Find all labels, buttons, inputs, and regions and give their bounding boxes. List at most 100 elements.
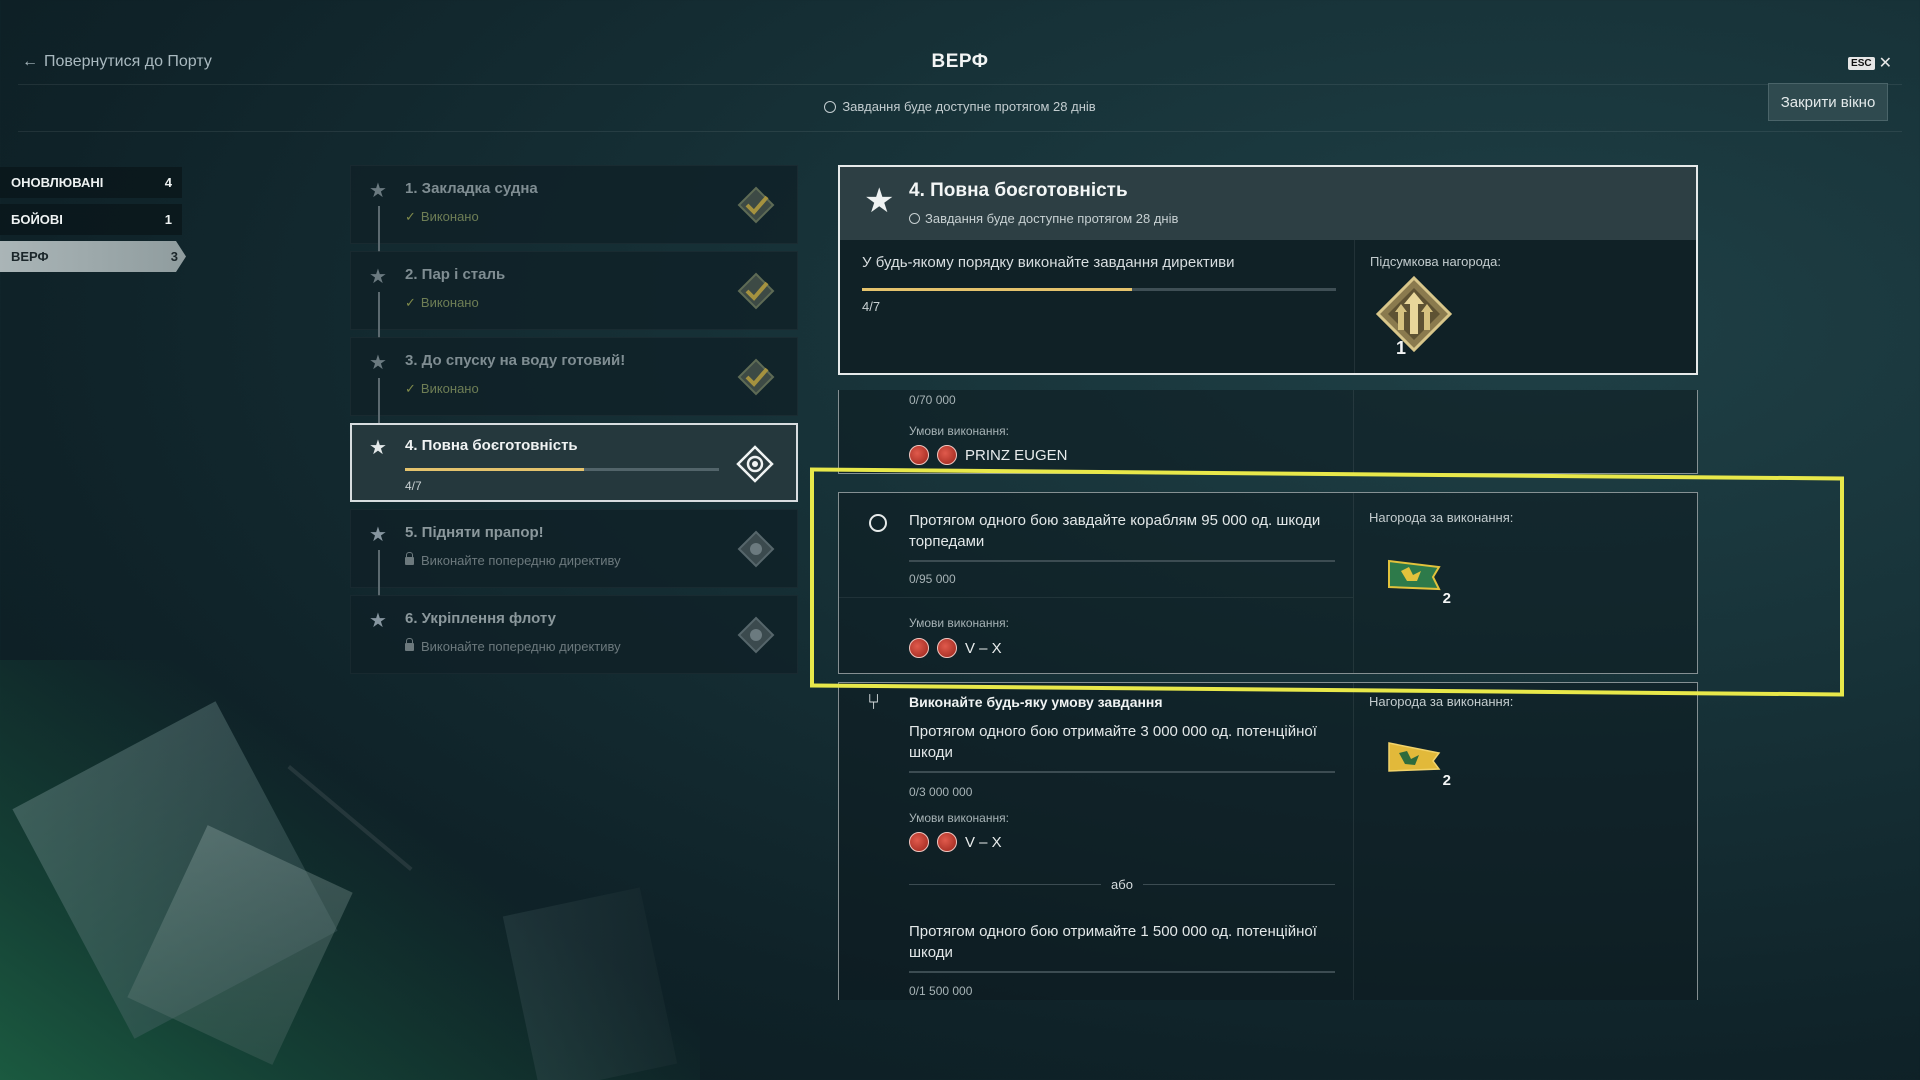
branch-icon: ⑂ — [867, 689, 881, 714]
task-progress-text: 4/7 — [405, 479, 422, 493]
connector-line — [378, 292, 380, 338]
category-list: ОНОВЛЮВАНІ 4 БОЙОВІ 1 ВЕРФ 3 — [0, 167, 190, 278]
signal-flag-icon — [1388, 742, 1441, 772]
task-item[interactable]: ★ 5. Підняти прапор! Виконайте попередню… — [350, 509, 798, 596]
task-item[interactable]: ★ 6. Укріплення флоту Виконайте попередн… — [350, 595, 798, 674]
connector-line — [378, 206, 380, 252]
directive-body: У будь-якому порядку виконайте завдання … — [840, 240, 1696, 373]
task-item[interactable]: ★ 2. Пар і сталь ✓ Виконано — [350, 251, 798, 338]
task-status: ✓ Виконано — [405, 209, 479, 225]
condition-progress-bar — [909, 771, 1335, 773]
task-status-text: Виконано — [420, 381, 479, 396]
task-name: 4. Повна боєготовність — [405, 437, 578, 454]
final-reward-count: 1 — [1396, 338, 1406, 358]
directive-header: ★ 4. Повна боєготовність Завдання буде д… — [840, 167, 1696, 240]
star-icon: ★ — [369, 352, 387, 374]
task-item-active[interactable]: ★ 4. Повна боєготовність 4/7 — [350, 423, 798, 502]
task-status-text: Виконано — [420, 295, 479, 310]
ship-class-icon — [937, 445, 957, 465]
or-line — [909, 884, 1102, 885]
nation-flag-icon — [909, 445, 929, 465]
category-shipyard[interactable]: ВЕРФ 3 — [0, 241, 186, 272]
condition-requirements-label: Умови виконання: — [909, 616, 1009, 630]
condition-counter: 0/95 000 — [909, 572, 956, 586]
condition-group-heading: Виконайте будь-яку умову завдання — [909, 694, 1163, 710]
condition-text: Протягом одного бою отримайте 1 500 000 … — [909, 923, 1317, 961]
final-reward-emblem-icon[interactable]: 1 — [1374, 274, 1454, 358]
reward-flag[interactable]: 2 — [1387, 739, 1451, 789]
header-divider — [18, 131, 1902, 132]
task-status: ✓ Виконано — [405, 381, 479, 397]
signal-flag-icon — [1388, 559, 1441, 591]
column-divider — [1353, 683, 1354, 1000]
condition-text: Протягом одного бою отримайте 3 000 000 … — [909, 723, 1317, 761]
tier-range: V – X — [965, 833, 1002, 851]
category-upgradable[interactable]: ОНОВЛЮВАНІ 4 — [0, 167, 182, 198]
check-icon: ✓ — [405, 381, 416, 396]
star-icon: ★ — [369, 180, 387, 202]
conditions-list: 0/70 000 Умови виконання: PRINZ EUGEN Пр… — [838, 390, 1698, 1000]
category-label: ОНОВЛЮВАНІ — [11, 175, 104, 190]
task-progress-fill — [405, 468, 584, 471]
task-name: 5. Підняти прапор! — [405, 524, 544, 541]
condition-ship-list: PRINZ EUGEN — [909, 445, 1068, 465]
condition-radio-icon — [869, 514, 887, 532]
column-divider — [1354, 240, 1355, 373]
category-combat[interactable]: БОЙОВІ 1 — [0, 204, 182, 235]
directive-progress-bar — [862, 288, 1336, 291]
check-icon: ✓ — [405, 295, 416, 310]
final-reward-label: Підсумкова нагорода: — [1370, 254, 1501, 269]
directive-progress-fill — [862, 288, 1133, 291]
star-icon: ★ — [369, 524, 387, 546]
condition-counter: 0/70 000 — [909, 393, 956, 407]
or-line — [1142, 884, 1335, 885]
close-icon: ✕ — [1878, 55, 1892, 72]
locked-badge-icon — [737, 530, 775, 568]
availability-notice: Завдання буде доступне протягом 28 днів — [0, 99, 1920, 114]
ship-name: PRINZ EUGEN — [965, 446, 1068, 464]
condition-block-torpedo: Протягом одного бою завдайте кораблям 95… — [838, 492, 1698, 674]
reward-label: Нагорода за виконання: — [1369, 694, 1514, 709]
esc-close[interactable]: ESC ✕ — [1848, 53, 1892, 73]
tier-range: V – X — [965, 639, 1002, 657]
task-item[interactable]: ★ 1. Закладка судна ✓ Виконано — [350, 165, 798, 252]
close-window-button[interactable]: Закрити вікно — [1768, 83, 1888, 121]
category-count: 3 — [170, 249, 178, 264]
task-item[interactable]: ★ 3. До спуску на воду готовий! ✓ Виконан… — [350, 337, 798, 424]
condition-requirements-label: Умови виконання: — [909, 811, 1009, 825]
category-label: БОЙОВІ — [11, 212, 63, 227]
directive-title: 4. Повна боєготовність — [909, 180, 1128, 201]
reward-count: 2 — [1442, 590, 1451, 607]
condition-counter: 0/3 000 000 — [909, 785, 973, 799]
header-divider — [18, 84, 1902, 85]
task-status-text: Виконайте попередню директиву — [421, 553, 621, 568]
category-count: 4 — [164, 175, 172, 190]
or-label: або — [1111, 877, 1133, 892]
directive-progress-text: 4/7 — [862, 299, 881, 314]
check-icon: ✓ — [405, 209, 416, 224]
task-progress-bar — [405, 468, 719, 471]
task-name: 3. До спуску на воду готовий! — [405, 352, 626, 369]
star-icon: ★ — [369, 437, 387, 459]
star-icon: ★ — [864, 182, 895, 220]
reward-flag[interactable]: 2 — [1387, 557, 1451, 607]
column-divider — [1353, 390, 1354, 473]
reward-count: 2 — [1442, 772, 1451, 789]
condition-block-ship: 0/70 000 Умови виконання: PRINZ EUGEN — [838, 390, 1698, 474]
condition-counter: 0/1 500 000 — [909, 984, 973, 998]
ship-class-icon — [937, 832, 957, 852]
reward-label: Нагорода за виконання: — [1369, 510, 1514, 525]
lock-icon — [405, 638, 414, 651]
nation-flag-icon — [909, 832, 929, 852]
completed-badge-icon — [737, 272, 775, 310]
connector-line — [378, 378, 380, 424]
directive-availability-text: Завдання буде доступне протягом 28 днів — [925, 211, 1179, 226]
directive-list: ★ 1. Закладка судна ✓ Виконано ★ 2. Пар і… — [350, 165, 798, 681]
task-status: Виконайте попередню директиву — [405, 552, 621, 568]
condition-tier-list: V – X — [909, 638, 1002, 658]
completed-badge-icon — [737, 358, 775, 396]
active-badge-icon — [736, 445, 774, 483]
ship-class-icon — [937, 638, 957, 658]
task-status: Виконайте попередню директиву — [405, 638, 621, 654]
task-status: ✓ Виконано — [405, 295, 479, 311]
